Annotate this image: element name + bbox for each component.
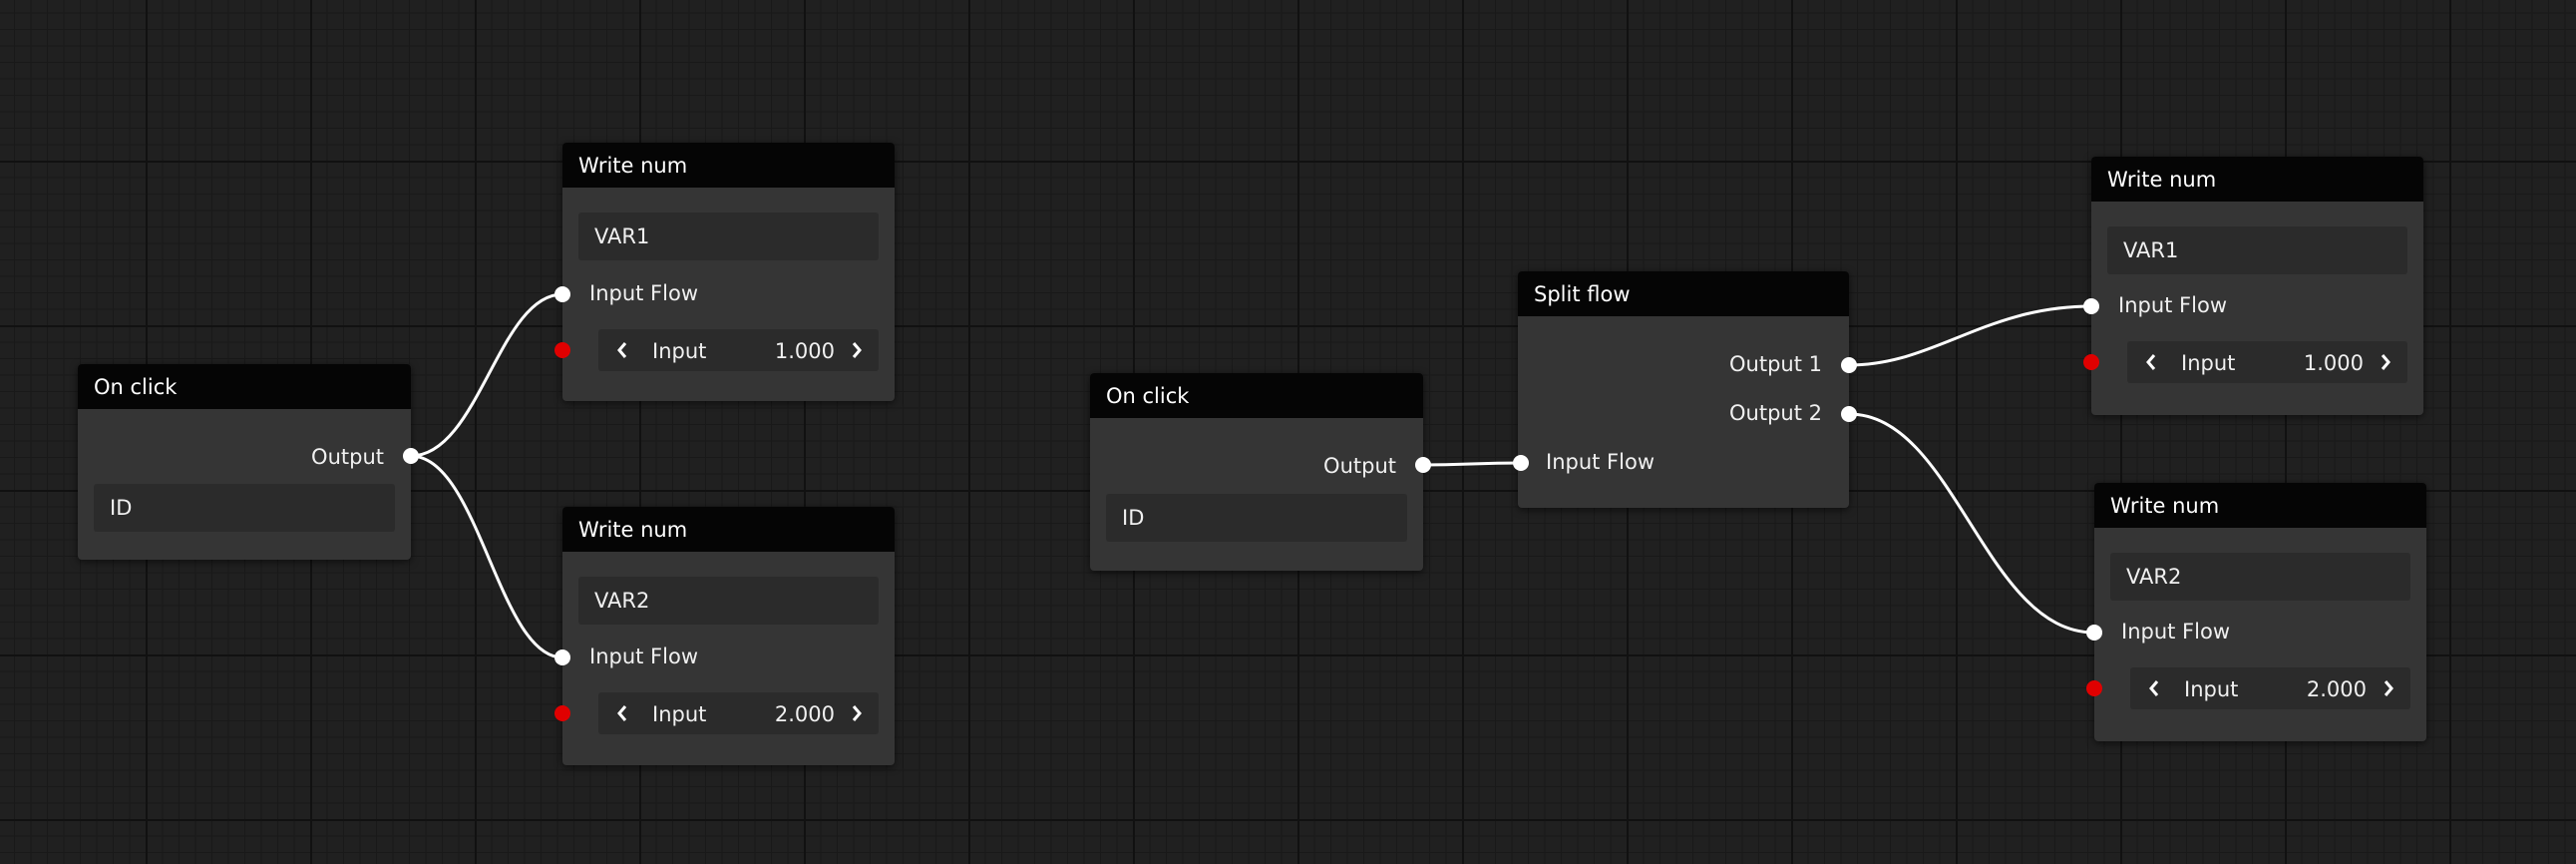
write-num-node-var2-right[interactable]: Write num VAR2 Input Flow Input 2.000 xyxy=(2086,483,2426,741)
node-title[interactable]: Write num xyxy=(2094,483,2426,528)
input-stepper[interactable]: Input 1.000 xyxy=(2127,341,2407,383)
id-field[interactable]: ID xyxy=(94,484,395,532)
input-stepper[interactable]: Input 1.000 xyxy=(598,329,879,371)
value-input-port[interactable] xyxy=(554,705,570,721)
increment-button[interactable] xyxy=(845,329,869,371)
node-title[interactable]: Write num xyxy=(2091,157,2423,202)
input-flow-port[interactable] xyxy=(554,649,570,665)
input-flow-label: Input Flow xyxy=(589,645,698,668)
wire-left-output-to-var2[interactable] xyxy=(410,454,563,659)
input-value[interactable]: 2.000 xyxy=(775,702,835,726)
output-port[interactable] xyxy=(403,448,419,464)
input-label: Input xyxy=(652,339,707,363)
input-flow-port[interactable] xyxy=(554,286,570,302)
increment-button[interactable] xyxy=(2377,667,2400,709)
write-num-node-var2[interactable]: Write num VAR2 Input Flow Input 2.000 xyxy=(554,507,895,765)
wire-right-output-to-split[interactable] xyxy=(1422,461,1522,467)
input-flow-port[interactable] xyxy=(2086,625,2102,641)
variable-field[interactable]: VAR1 xyxy=(578,213,879,260)
input-flow-label: Input Flow xyxy=(589,281,698,305)
value-input-port[interactable] xyxy=(2086,680,2102,696)
chevron-right-icon xyxy=(2384,680,2393,696)
increment-button[interactable] xyxy=(2374,341,2397,383)
input-flow-port[interactable] xyxy=(1513,455,1529,471)
chevron-right-icon xyxy=(852,342,862,358)
output-1-label: Output 1 xyxy=(1729,352,1822,376)
input-value[interactable]: 1.000 xyxy=(775,339,835,363)
chevron-left-icon xyxy=(2149,680,2159,696)
output-2-label: Output 2 xyxy=(1729,401,1822,425)
input-value[interactable]: 1.000 xyxy=(2304,351,2364,375)
input-label: Input xyxy=(2181,351,2236,375)
input-label: Input xyxy=(652,702,707,726)
variable-field[interactable]: VAR2 xyxy=(578,577,879,625)
increment-button[interactable] xyxy=(845,692,869,734)
value-input-port[interactable] xyxy=(554,342,570,358)
node-title[interactable]: On click xyxy=(78,364,411,409)
decrement-button[interactable] xyxy=(610,329,634,371)
input-value[interactable]: 2.000 xyxy=(2307,677,2367,701)
node-title[interactable]: Split flow xyxy=(1518,271,1849,316)
chevron-left-icon xyxy=(617,342,627,358)
output-2-port[interactable] xyxy=(1841,406,1857,422)
on-click-node-right[interactable]: On click Output ID xyxy=(1090,373,1431,571)
input-flow-label: Input Flow xyxy=(1546,450,1655,474)
decrement-button[interactable] xyxy=(2142,667,2166,709)
chevron-right-icon xyxy=(2381,354,2391,370)
split-flow-node[interactable]: Split flow Output 1 Output 2 Input Flow xyxy=(1513,271,1857,508)
chevron-left-icon xyxy=(617,705,627,721)
variable-field[interactable]: VAR1 xyxy=(2107,226,2407,274)
output-label: Output xyxy=(311,445,384,469)
input-flow-port[interactable] xyxy=(2083,298,2099,314)
input-flow-label: Input Flow xyxy=(2121,620,2230,644)
input-stepper[interactable]: Input 2.000 xyxy=(2130,667,2410,709)
output-label: Output xyxy=(1323,454,1396,478)
write-num-node-var1[interactable]: Write num VAR1 Input Flow Input 1.000 xyxy=(554,143,895,401)
decrement-button[interactable] xyxy=(2139,341,2163,383)
decrement-button[interactable] xyxy=(610,692,634,734)
node-title[interactable]: Write num xyxy=(562,143,895,188)
write-num-node-var1-right[interactable]: Write num VAR1 Input Flow Input 1.000 xyxy=(2083,157,2423,415)
output-1-port[interactable] xyxy=(1841,357,1857,373)
input-stepper[interactable]: Input 2.000 xyxy=(598,692,879,734)
on-click-node-left[interactable]: On click Output ID xyxy=(78,364,419,560)
wire-split-output2-to-var2[interactable] xyxy=(1848,412,2095,635)
input-flow-label: Input Flow xyxy=(2118,293,2227,317)
chevron-right-icon xyxy=(852,705,862,721)
node-title[interactable]: Write num xyxy=(562,507,895,552)
value-input-port[interactable] xyxy=(2083,354,2099,370)
wire-left-output-to-var1[interactable] xyxy=(410,292,563,458)
node-title[interactable]: On click xyxy=(1090,373,1423,418)
input-label: Input xyxy=(2184,677,2239,701)
id-field[interactable]: ID xyxy=(1106,494,1407,542)
output-port[interactable] xyxy=(1415,457,1431,473)
chevron-left-icon xyxy=(2146,354,2156,370)
wire-split-output1-to-var1[interactable] xyxy=(1848,304,2092,367)
variable-field[interactable]: VAR2 xyxy=(2110,553,2410,601)
